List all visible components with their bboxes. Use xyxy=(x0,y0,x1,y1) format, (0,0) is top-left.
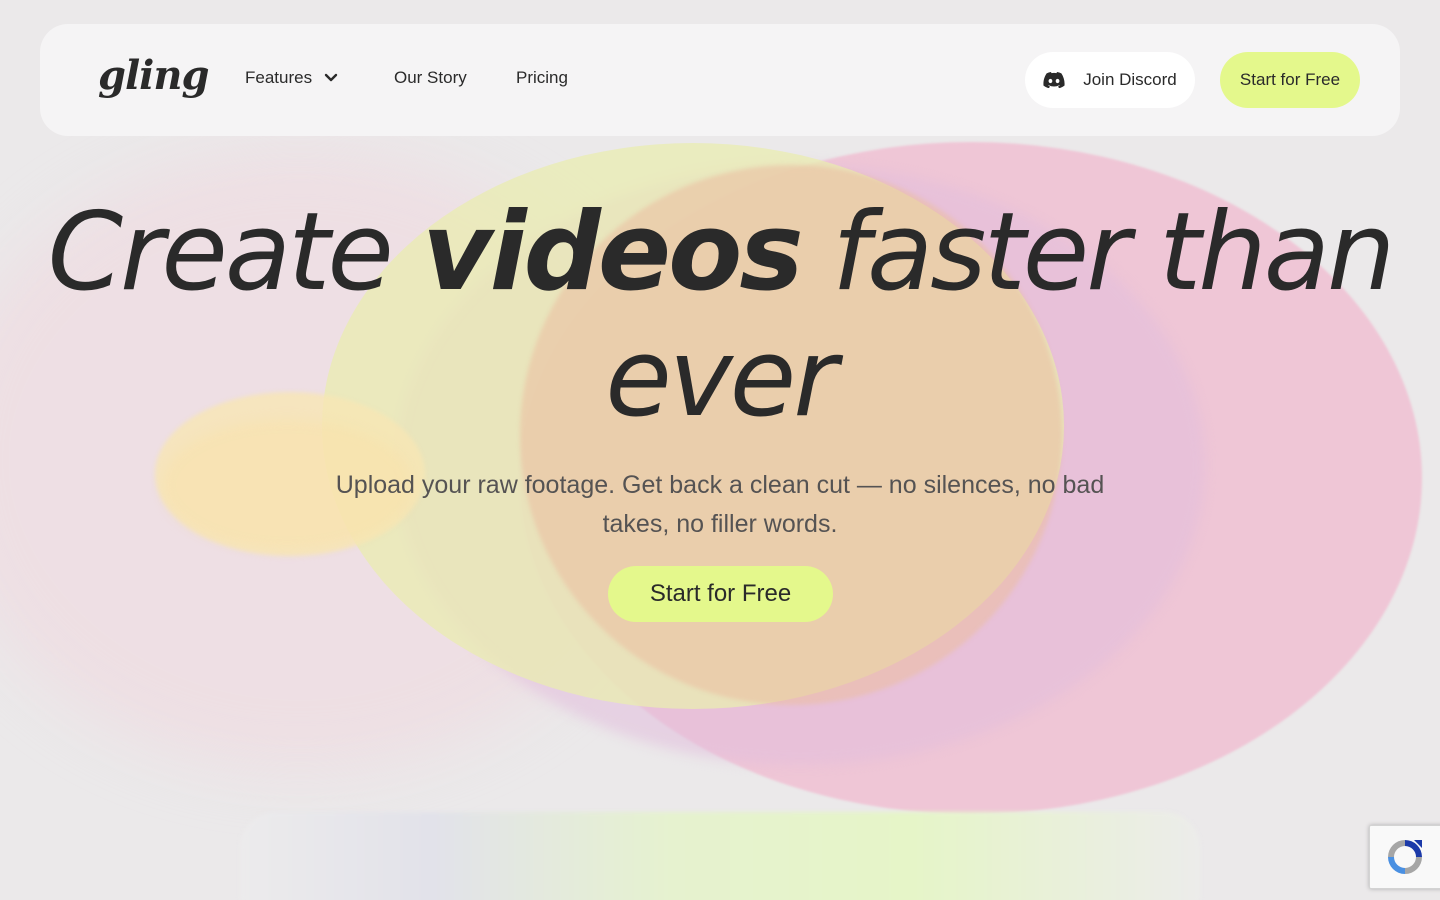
gling-logo[interactable]: gling xyxy=(98,52,209,99)
nav-our-story[interactable]: Our Story xyxy=(394,68,467,88)
hero-subtitle: Upload your raw footage. Get back a clea… xyxy=(335,471,1105,538)
nav-start-for-free-button[interactable]: Start for Free xyxy=(1220,52,1360,108)
chevron-down-icon xyxy=(324,73,338,82)
discord-icon xyxy=(1043,72,1065,88)
nav-features[interactable]: Features xyxy=(245,68,338,88)
recaptcha-icon xyxy=(1388,840,1422,874)
nav-features-label: Features xyxy=(245,68,313,87)
top-navbar: gling Features Our Story Pricing Join Di… xyxy=(40,24,1400,136)
hero-title-part1: Create xyxy=(47,190,423,315)
preview-card xyxy=(240,812,1200,900)
nav-pricing[interactable]: Pricing xyxy=(516,68,568,88)
hero-title-bold: videos xyxy=(422,190,803,315)
hero-start-for-free-button[interactable]: Start for Free xyxy=(608,566,833,622)
recaptcha-badge[interactable] xyxy=(1369,825,1440,889)
join-discord-button[interactable]: Join Discord xyxy=(1025,52,1195,108)
hero-title: Create videos faster than ever xyxy=(0,190,1440,442)
join-discord-label: Join Discord xyxy=(1083,70,1177,89)
